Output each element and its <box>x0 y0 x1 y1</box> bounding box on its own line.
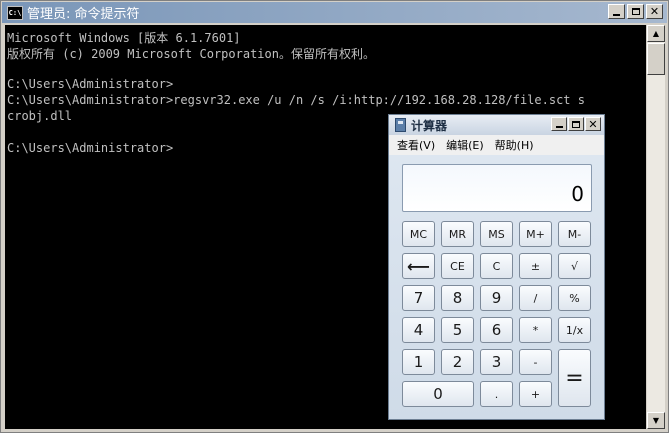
cmd-maximize-button[interactable] <box>627 4 644 19</box>
digit-2-button[interactable]: 2 <box>441 349 474 375</box>
calculator-app-icon <box>395 118 406 132</box>
menu-view[interactable]: 查看(V) <box>397 137 435 153</box>
display-value: 0 <box>571 182 584 206</box>
menu-edit[interactable]: 编辑(E) <box>446 137 484 153</box>
backspace-arrow-icon: ⟵ <box>407 256 430 276</box>
minimize-icon <box>555 126 563 128</box>
scroll-thumb[interactable] <box>647 43 665 75</box>
digit-5-button[interactable]: 5 <box>441 317 474 343</box>
close-icon: ✕ <box>588 117 598 131</box>
console-line: C:\Users\Administrator> <box>7 77 174 91</box>
m-plus-button[interactable]: M+ <box>519 221 552 247</box>
maximize-icon <box>631 8 640 15</box>
close-icon: ✕ <box>649 5 660 18</box>
equals-button[interactable]: = <box>558 349 591 407</box>
scroll-up-arrow-icon[interactable]: ▲ <box>647 25 665 42</box>
digit-9-button[interactable]: 9 <box>480 285 513 311</box>
console-line: 版权所有 (c) 2009 Microsoft Corporation。保留所有… <box>7 47 375 61</box>
divide-button[interactable]: / <box>519 285 552 311</box>
decimal-button[interactable]: . <box>480 381 513 407</box>
calculator-minimize-button[interactable] <box>551 117 567 131</box>
minimize-icon <box>613 13 620 16</box>
calculator-title-controls: ✕ <box>551 117 601 131</box>
mr-button[interactable]: MR <box>441 221 474 247</box>
backspace-button[interactable]: ⟵ <box>402 253 435 279</box>
sqrt-button[interactable]: √ <box>558 253 591 279</box>
ce-button[interactable]: CE <box>441 253 474 279</box>
calculator-menubar: 查看(V) 编辑(E) 帮助(H) <box>389 135 604 155</box>
console-line: C:\Users\Administrator> <box>7 141 174 155</box>
add-button[interactable]: + <box>519 381 552 407</box>
digit-7-button[interactable]: 7 <box>402 285 435 311</box>
digit-8-button[interactable]: 8 <box>441 285 474 311</box>
menu-help[interactable]: 帮助(H) <box>495 137 534 153</box>
cmd-app-icon: C:\ <box>7 5 23 20</box>
ms-button[interactable]: MS <box>480 221 513 247</box>
calculator-maximize-button[interactable] <box>568 117 584 131</box>
subtract-button[interactable]: - <box>519 349 552 375</box>
calculator-window-title: 计算器 <box>411 118 448 133</box>
digit-4-button[interactable]: 4 <box>402 317 435 343</box>
scroll-down-arrow-icon[interactable]: ▼ <box>647 412 665 429</box>
console-line: crobj.dll <box>7 109 73 123</box>
m-minus-button[interactable]: M- <box>558 221 591 247</box>
calculator-titlebar[interactable]: 计算器 ✕ <box>389 115 604 135</box>
multiply-button[interactable]: * <box>519 317 552 343</box>
cmd-title-controls: ✕ <box>608 4 663 19</box>
cmd-vertical-scrollbar[interactable]: ▲ ▼ <box>647 25 665 429</box>
calculator-window: 计算器 ✕ 查看(V) 编辑(E) 帮助(H) 0 MC MR MS M+ M-… <box>388 114 605 420</box>
plus-minus-button[interactable]: ± <box>519 253 552 279</box>
maximize-icon <box>572 120 580 128</box>
digit-6-button[interactable]: 6 <box>480 317 513 343</box>
digit-0-button[interactable]: 0 <box>402 381 474 407</box>
calculator-body: 0 MC MR MS M+ M- ⟵ CE C ± √ 7 8 9 / % 4 … <box>389 155 604 419</box>
calculator-close-button[interactable]: ✕ <box>585 117 601 131</box>
calculator-display: 0 <box>402 164 592 212</box>
console-line: Microsoft Windows [版本 6.1.7601] <box>7 31 241 45</box>
cmd-window-title: 管理员: 命令提示符 <box>27 7 140 22</box>
c-button[interactable]: C <box>480 253 513 279</box>
mc-button[interactable]: MC <box>402 221 435 247</box>
console-line: C:\Users\Administrator>regsvr32.exe /u /… <box>7 93 585 107</box>
digit-1-button[interactable]: 1 <box>402 349 435 375</box>
digit-3-button[interactable]: 3 <box>480 349 513 375</box>
reciprocal-button[interactable]: 1/x <box>558 317 591 343</box>
percent-button[interactable]: % <box>558 285 591 311</box>
cmd-close-button[interactable]: ✕ <box>646 4 663 19</box>
cmd-titlebar[interactable]: C:\ 管理员: 命令提示符 ✕ <box>2 2 667 23</box>
cmd-minimize-button[interactable] <box>608 4 625 19</box>
